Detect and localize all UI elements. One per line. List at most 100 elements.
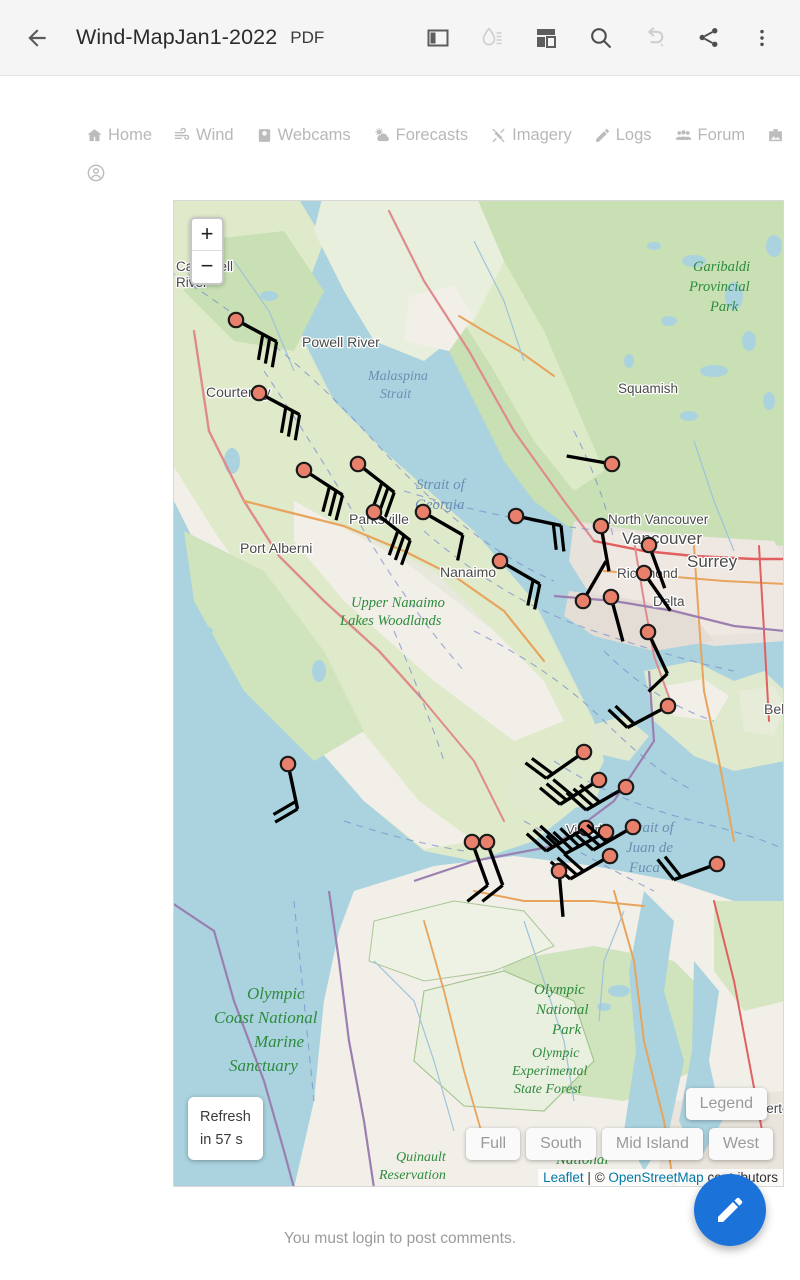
back-button[interactable] [14, 15, 60, 61]
wind-station-dot[interactable] [574, 592, 592, 610]
wind-station-dot[interactable] [575, 743, 593, 761]
nav-item-label: Home [108, 125, 153, 144]
map-view-buttons: Full South Mid Island West [466, 1128, 773, 1160]
compose-fab-button[interactable] [694, 1174, 766, 1246]
map-label: Strait [380, 387, 412, 402]
map-label: Malaspina [367, 369, 428, 384]
nav-item-label: Forecasts [395, 125, 469, 144]
wind-station-dot[interactable] [708, 855, 726, 873]
nav-item-webcams[interactable]: Webcams [256, 122, 351, 148]
satellite-icon [492, 128, 505, 142]
nav-item-label: Webcams [277, 125, 351, 144]
arrow-left-icon [28, 28, 46, 47]
home-icon [87, 128, 102, 141]
nav-item-home[interactable]: Home [86, 122, 152, 148]
wind-station-dot[interactable] [550, 862, 568, 880]
view-button-full[interactable]: Full [466, 1128, 521, 1160]
openstreetmap-link[interactable]: OpenStreetMap [608, 1170, 703, 1185]
wind-station-dot[interactable] [491, 552, 509, 570]
map-label: Vancouver [622, 529, 702, 548]
wind-station-dot[interactable] [414, 503, 432, 521]
map-label: Park [709, 299, 739, 315]
map-label: Olympic [534, 982, 585, 998]
map-label: Juan de [626, 840, 673, 856]
page-fit-icon[interactable] [524, 16, 568, 60]
wind-station-dot[interactable] [365, 503, 383, 521]
wind-station-dot[interactable] [635, 564, 653, 582]
nav-item-photos[interactable] [767, 122, 789, 148]
map-label: Park [551, 1022, 582, 1038]
view-button-mid-island[interactable]: Mid Island [601, 1128, 703, 1160]
wind-station-dot[interactable] [601, 847, 619, 865]
map-label: Surrey [687, 552, 738, 571]
photo-icon [769, 128, 783, 141]
nav-item-forecasts[interactable]: Forecasts [373, 122, 468, 148]
attribution-copyright: © [594, 1170, 609, 1185]
leaflet-link[interactable]: Leaflet [543, 1170, 584, 1185]
wind-station-dot[interactable] [349, 455, 367, 473]
site-navigation: Home Wind Webcams Forecasts Imagery Logs… [0, 76, 800, 200]
nav-item-label: Imagery [512, 125, 572, 144]
wind-station-dot[interactable] [602, 588, 620, 606]
highlight-icon[interactable] [470, 16, 514, 60]
nav-item-logs[interactable]: Logs [594, 122, 652, 148]
map-label: Upper Nanaimo [351, 595, 445, 611]
view-button-south[interactable]: South [526, 1128, 596, 1160]
map-zoom-control[interactable]: + − [190, 217, 224, 285]
wind-station-dot[interactable] [478, 833, 496, 851]
nav-item-label: Forum [697, 125, 746, 144]
refresh-label: Refresh [200, 1109, 251, 1126]
map-label: Provincial [688, 279, 750, 295]
zoom-in-button[interactable]: + [192, 219, 222, 251]
pencil-icon [718, 1197, 743, 1222]
webcam-icon [258, 128, 270, 142]
nav-item-forum[interactable]: Forum [674, 122, 746, 148]
wind-map[interactable]: CampbellRiverPowell RiverCourtenaySquami… [173, 200, 784, 1187]
undo-icon[interactable] [632, 16, 676, 60]
search-icon[interactable] [578, 16, 622, 60]
map-label: State Forest [514, 1082, 583, 1097]
nav-item-label: Wind [196, 125, 234, 144]
nav-item-wind[interactable]: Wind [174, 122, 234, 148]
map-label: Reservation [378, 1168, 446, 1183]
view-button-west[interactable]: West [708, 1128, 773, 1160]
nav-item-account[interactable] [86, 160, 800, 186]
app-bar-actions [416, 16, 786, 60]
wind-station-dot[interactable] [624, 818, 642, 836]
nav-item-imagery[interactable]: Imagery [490, 122, 572, 148]
wind-station-dot[interactable] [617, 778, 635, 796]
map-label: Lakes Woodlands [339, 613, 442, 629]
map-label: North Vancouver [608, 512, 709, 527]
sidebar-toggle-icon[interactable] [416, 16, 460, 60]
comments-notice: You must login to post comments. [283, 1230, 517, 1247]
map-label: Marine [253, 1032, 305, 1051]
wind-station-dot[interactable] [659, 697, 677, 715]
more-vert-icon[interactable] [740, 16, 784, 60]
map-label: National [535, 1002, 589, 1018]
wind-station-dot[interactable] [295, 461, 313, 479]
wind-station-dot[interactable] [639, 623, 657, 641]
map-basemap: CampbellRiverPowell RiverCourtenaySquami… [174, 201, 783, 1186]
wind-icon [174, 127, 190, 140]
map-label: Nanaimo [440, 564, 496, 580]
wind-station-dot[interactable] [640, 536, 658, 554]
map-label: Powell River [302, 334, 380, 350]
map-label: Sanctuary [229, 1056, 298, 1075]
wind-station-dot[interactable] [592, 517, 610, 535]
users-icon [675, 129, 691, 140]
share-icon[interactable] [686, 16, 730, 60]
wind-station-dot[interactable] [507, 507, 525, 525]
refresh-timer-box[interactable]: Refresh in 57 s [188, 1097, 263, 1160]
wind-station-dot[interactable] [463, 833, 481, 851]
document-file-type: PDF [290, 27, 325, 47]
app-bar: Wind-MapJan1-2022 PDF [0, 0, 800, 76]
wind-station-dot[interactable] [250, 384, 268, 402]
wind-station-dot[interactable] [590, 771, 608, 789]
zoom-out-button[interactable]: − [192, 251, 222, 283]
wind-station-dot[interactable] [227, 311, 245, 329]
document-title: Wind-MapJan1-2022 [76, 25, 278, 49]
map-label: Experimental [511, 1064, 588, 1079]
wind-station-dot[interactable] [279, 755, 297, 773]
legend-button[interactable]: Legend [685, 1088, 767, 1120]
wind-station-dot[interactable] [603, 455, 621, 473]
